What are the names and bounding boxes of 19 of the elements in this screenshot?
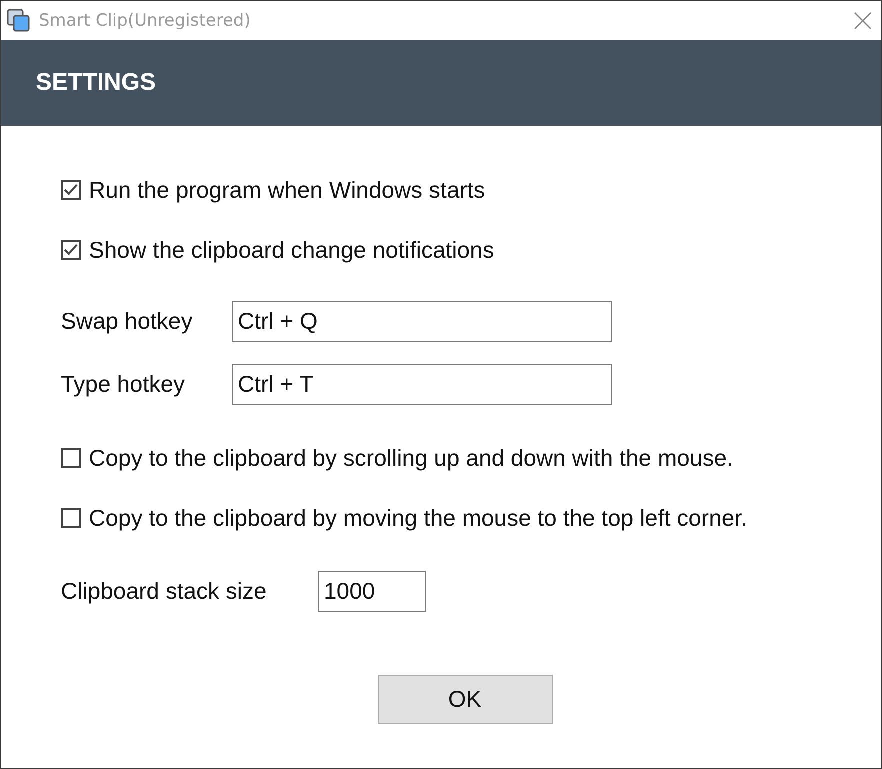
checkbox-label[interactable]: Copy to the clipboard by scrolling up and down with the mouse. — [89, 444, 734, 472]
ok-button[interactable]: OK — [378, 675, 552, 724]
checkbox[interactable] — [61, 180, 81, 200]
checkbox-label[interactable]: Run the program when Windows starts — [89, 176, 486, 204]
app-icon — [7, 8, 31, 32]
hotkey-field[interactable]: Ctrl + Q — [232, 301, 612, 342]
checkbox[interactable] — [61, 508, 81, 528]
header-title: SETTINGS — [36, 69, 156, 97]
field-label: Swap hotkey — [61, 308, 194, 335]
field-label: Clipboard stack size — [61, 578, 268, 605]
field-label: Type hotkey — [61, 371, 186, 398]
checkbox[interactable] — [61, 448, 81, 468]
checkbox-label[interactable]: Copy to the clipboard by moving the mouse to the top left corner. — [89, 504, 748, 532]
close-icon — [854, 12, 872, 30]
hotkey-field[interactable]: Ctrl + T — [232, 364, 612, 405]
checkbox-label[interactable]: Show the clipboard change notifications — [89, 236, 494, 264]
number-field[interactable]: 1000 — [318, 571, 426, 612]
window-title: Smart Clip(Unregistered) — [39, 10, 252, 30]
checkbox[interactable] — [61, 240, 81, 260]
